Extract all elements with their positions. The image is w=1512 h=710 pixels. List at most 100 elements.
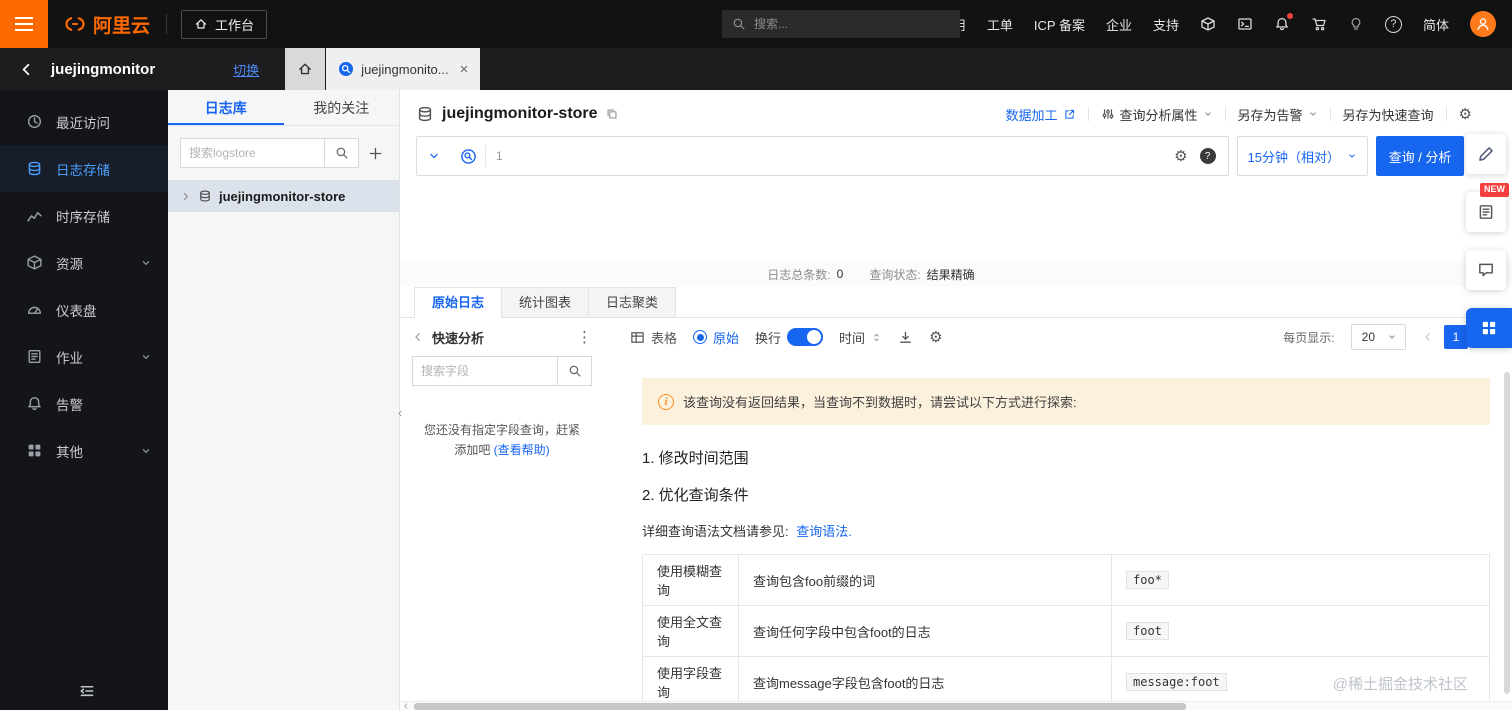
expander-icon[interactable] — [180, 191, 191, 202]
global-search-input[interactable] — [754, 17, 950, 31]
save-as-alert-dropdown[interactable]: 另存为告警 — [1238, 105, 1318, 124]
field-search-input[interactable] — [412, 356, 558, 386]
table-icon — [630, 330, 645, 345]
avatar[interactable] — [1470, 11, 1496, 37]
nav-icp[interactable]: ICP 备案 — [1034, 15, 1085, 34]
save-as-alert-label: 另存为告警 — [1237, 107, 1303, 123]
more-options-icon[interactable]: ⋮ — [577, 330, 592, 345]
database-icon — [198, 189, 212, 203]
nav-support[interactable]: 支持 — [1153, 15, 1179, 34]
cart-icon[interactable] — [1311, 16, 1327, 33]
tab-logstore-list[interactable]: 日志库 — [168, 90, 284, 125]
back-button[interactable] — [18, 61, 35, 78]
notifications-icon[interactable] — [1274, 12, 1293, 33]
chevron-down-icon — [1203, 109, 1213, 119]
wrap-toggle[interactable] — [787, 328, 824, 346]
run-query-button[interactable]: 查询 / 分析 — [1376, 136, 1464, 176]
sidebar-item-timeseries[interactable]: 时序存储 — [0, 192, 168, 239]
notification-dot — [1286, 12, 1293, 19]
feedback-button[interactable] — [1466, 250, 1506, 290]
query-settings-gear-icon[interactable]: ⚙ — [1174, 149, 1187, 164]
chat-icon — [1477, 261, 1495, 279]
nav-tickets[interactable]: 工单 — [987, 15, 1013, 34]
query-help-icon[interactable]: ? — [1199, 148, 1216, 164]
time-sort-label: 时间 — [839, 330, 866, 346]
workbench-button[interactable]: 工作台 — [181, 9, 268, 39]
feature-map-button[interactable] — [1466, 308, 1512, 348]
query-syntax-link[interactable]: 查询语法. — [796, 524, 852, 539]
scroll-left-arrow-icon[interactable] — [402, 702, 410, 710]
tab-log-clustering[interactable]: 日志聚类 — [588, 287, 677, 318]
view-table-option[interactable]: 表格 — [630, 328, 677, 347]
copy-icon[interactable] — [605, 107, 619, 121]
switch-project-link[interactable]: 切换 — [233, 60, 259, 79]
project-bar: juejingmonitor 切换 juejingmonito... × — [0, 48, 1512, 90]
horizontal-scrollbar[interactable] — [400, 701, 1512, 710]
data-processing-link[interactable]: 数据加工 — [1005, 105, 1075, 124]
expand-query-button[interactable] — [417, 149, 451, 163]
view-raw-option[interactable]: 原始 — [693, 328, 739, 347]
products-icon[interactable] — [1200, 16, 1216, 33]
search-button[interactable] — [325, 138, 359, 168]
language-switch[interactable]: 简体 — [1423, 15, 1449, 34]
download-icon[interactable] — [898, 330, 913, 345]
log-count-label: 日志总条数: — [767, 267, 831, 282]
sidebar-item-jobs[interactable]: 作业 — [0, 333, 168, 380]
global-search[interactable] — [722, 10, 960, 38]
user-icon — [1475, 16, 1491, 32]
divider — [1224, 107, 1226, 121]
no-result-banner: i 该查询没有返回结果，当查询不到数据时，请尝试以下方式进行探索: — [642, 378, 1490, 425]
time-range-selector[interactable]: 15分钟（相对） — [1236, 136, 1368, 176]
sidebar-item-others[interactable]: 其他 — [0, 427, 168, 474]
current-page[interactable]: 1 — [1444, 325, 1468, 349]
horizontal-scrollbar-thumb[interactable] — [414, 703, 1186, 710]
aliyun-logo[interactable]: 阿里云 — [48, 11, 166, 38]
logstore-list-item[interactable]: juejingmonitor-store — [168, 180, 399, 212]
save-as-quick-query-button[interactable]: 另存为快速查询 — [1343, 105, 1434, 124]
create-logstore-button[interactable] — [359, 138, 391, 168]
view-help-link[interactable]: (查看帮助) — [494, 443, 550, 457]
tab-favorites[interactable]: 我的关注 — [284, 90, 400, 125]
result-body: 快速分析 ⋮ 您还没有指定字段查询，赶紧 添加吧 (查看帮助) — [400, 318, 1512, 710]
guide-button[interactable] — [1466, 192, 1506, 232]
tab-charts[interactable]: 统计图表 — [501, 287, 590, 318]
sidebar-item-resources[interactable]: 资源 — [0, 239, 168, 286]
search-accelerate-icon[interactable] — [451, 148, 485, 165]
tab-home[interactable] — [285, 48, 326, 90]
sidebar-item-dashboard[interactable]: 仪表盘 — [0, 286, 168, 333]
field-search-button[interactable] — [558, 356, 592, 386]
page-size-label: 每页显示: — [1283, 330, 1335, 345]
suggestions-icon[interactable] — [1348, 16, 1364, 33]
tab-logstore-page[interactable]: juejingmonito... × — [326, 48, 481, 90]
sidebar-item-alerts[interactable]: 告警 — [0, 380, 168, 427]
close-icon[interactable]: × — [460, 62, 469, 77]
tab-raw-logs[interactable]: 原始日志 — [414, 287, 503, 318]
collapse-sidebar-icon[interactable] — [78, 682, 96, 700]
no-result-text: 该查询没有返回结果，当查询不到数据时，请尝试以下方式进行探索: — [683, 395, 1077, 410]
help-icon[interactable]: ? — [1384, 15, 1402, 33]
collapse-quick-analysis-icon[interactable] — [412, 331, 424, 343]
search-icon — [568, 364, 582, 378]
query-input[interactable] — [515, 137, 1174, 175]
nav-enterprise[interactable]: 企业 — [1106, 15, 1132, 34]
query-properties-dropdown[interactable]: 查询分析属性 — [1101, 105, 1213, 124]
sidebar-item-recent[interactable]: 最近访问 — [0, 98, 168, 145]
sidebar: 最近访问 日志存储 时序存储 资源 仪表盘 作业 告警 其他 — [0, 90, 168, 710]
collapse-panel-handle[interactable]: ‹ — [393, 398, 407, 426]
cloudshell-icon[interactable] — [1237, 16, 1253, 33]
vertical-scrollbar[interactable] — [1504, 372, 1510, 694]
home-icon — [194, 17, 208, 31]
previous-page-button[interactable] — [1422, 331, 1434, 343]
time-sort-button[interactable]: 时间 — [839, 328, 882, 347]
edit-note-button[interactable] — [1466, 134, 1506, 174]
results-settings-gear-icon[interactable]: ⚙ — [929, 330, 942, 345]
sidebar-item-logstore[interactable]: 日志存储 — [0, 145, 168, 192]
logstore-search-input[interactable] — [180, 138, 325, 168]
page-size-select[interactable]: 20 — [1350, 324, 1406, 350]
chevron-down-icon — [1387, 332, 1397, 342]
settings-gear-icon[interactable]: ⚙ — [1459, 107, 1472, 122]
home-icon — [297, 61, 313, 77]
hamburger-menu-button[interactable] — [0, 0, 48, 48]
project-name: juejingmonitor — [51, 60, 156, 78]
view-raw-label: 原始 — [713, 330, 740, 346]
